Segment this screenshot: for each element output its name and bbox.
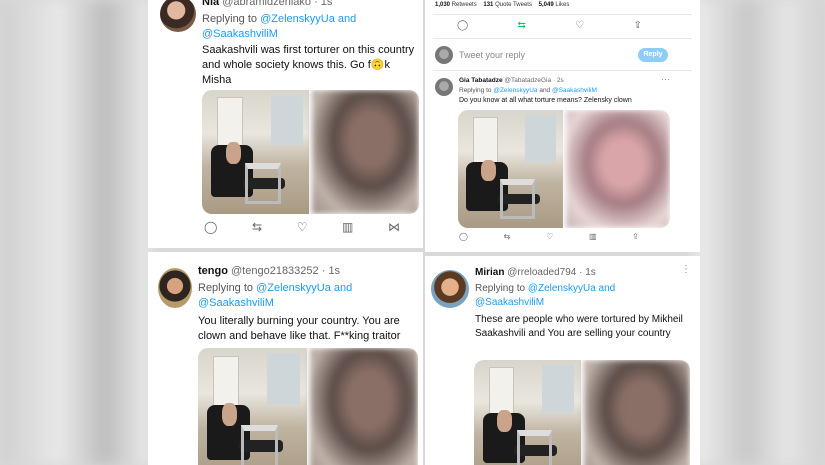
- author-name[interactable]: tengo: [198, 265, 228, 277]
- photo-man-in-chair[interactable]: [198, 348, 307, 465]
- author-name[interactable]: Nia: [202, 0, 219, 8]
- tweet-text: You literally burning your country. You …: [198, 315, 401, 342]
- retweet-icon[interactable]: ⇆: [518, 20, 526, 31]
- replying-to: Replying to @ZelenskyyUa and @Saakashvil…: [202, 12, 356, 42]
- retweets-label[interactable]: Retweets: [452, 2, 477, 8]
- reply-icon[interactable]: ◯: [457, 20, 468, 31]
- more-icon[interactable]: ···: [661, 74, 670, 84]
- reply-input[interactable]: Tweet your reply: [459, 50, 525, 60]
- replying-to: Replying to @ZelenskyyUa and @Saakashvil…: [198, 281, 352, 311]
- mention-saakashvilim[interactable]: @SaakashviliM: [198, 297, 274, 309]
- tweet-card-mirian: Mirian @rreloaded794 · 1s ⋮ Replying to …: [425, 256, 700, 465]
- tweet-actions: ◯ ⇆ ♡ ▥ ⇪: [459, 232, 639, 241]
- retweet-icon[interactable]: ⇆: [504, 232, 511, 241]
- more-icon[interactable]: ⋮: [681, 264, 691, 275]
- replying-prefix: Replying to: [459, 87, 492, 94]
- tweet-text: These are people who were tortured by Mi…: [475, 314, 683, 339]
- divider: [433, 14, 692, 15]
- like-icon[interactable]: ♡: [546, 232, 553, 241]
- views-icon[interactable]: ▥: [342, 220, 353, 234]
- tweet-media[interactable]: [202, 90, 419, 214]
- mention-saakashvilim[interactable]: @SaakashviliM: [202, 28, 278, 40]
- author-name[interactable]: Gia Tabatadze: [459, 77, 503, 84]
- author-handle[interactable]: @abramidzeniako: [222, 0, 311, 8]
- replying-prefix: Replying to: [202, 13, 258, 25]
- avatar[interactable]: [160, 0, 196, 32]
- retweet-icon[interactable]: ⇆: [252, 220, 262, 234]
- tweet-time: · 1s: [314, 0, 333, 8]
- photo-man-in-chair[interactable]: [474, 360, 581, 465]
- mention-zelenskyyua[interactable]: @ZelenskyyUa and: [528, 283, 615, 294]
- divider: [433, 70, 692, 71]
- tweet-time: · 1s: [321, 265, 341, 277]
- replying-prefix: Replying to: [198, 282, 254, 294]
- photo-blurred[interactable]: [565, 110, 670, 228]
- replying-prefix: Replying to: [475, 283, 526, 294]
- tweet-card-gia: 1,030 Retweets 131 Quote Tweets 5,049 Li…: [425, 0, 700, 252]
- tweet-stats: 1,030 Retweets 131 Quote Tweets 5,049 Li…: [435, 2, 569, 8]
- photo-blurred[interactable]: [309, 348, 418, 465]
- mention-saakashvilim[interactable]: @SaakashviliM: [552, 87, 597, 94]
- photo-man-in-chair[interactable]: [202, 90, 309, 214]
- reply-icon[interactable]: ◯: [204, 220, 217, 234]
- blurred-background-left: [0, 0, 150, 465]
- author-handle[interactable]: @tengo21833252: [231, 265, 319, 277]
- mention-zelenskyyua[interactable]: @ZelenskyyUa and: [260, 13, 356, 25]
- photo-blurred[interactable]: [312, 90, 419, 214]
- replying-to: Replying to @ZelenskyyUa and @Saakashvil…: [459, 87, 597, 94]
- tweet-text: Saakashvili was first torturer on this c…: [202, 44, 415, 86]
- mention-saakashvilim[interactable]: @SaakashviliM: [475, 297, 544, 308]
- detail-actions: ◯ ⇆ ♡ ⇪: [457, 20, 642, 31]
- tweet-header: Mirian @rreloaded794 · 1s: [475, 267, 596, 278]
- tweet-media[interactable]: [458, 110, 670, 228]
- author-handle[interactable]: @rreloaded794: [507, 267, 576, 278]
- views-icon[interactable]: ▥: [589, 232, 597, 241]
- share-icon[interactable]: ⇪: [632, 232, 639, 241]
- divider: [433, 38, 692, 39]
- avatar[interactable]: [435, 46, 453, 64]
- like-icon[interactable]: ♡: [297, 220, 308, 234]
- author-handle[interactable]: @TabatadzeGia: [504, 77, 551, 84]
- reply-icon[interactable]: ◯: [459, 232, 468, 241]
- like-icon[interactable]: ♡: [575, 20, 584, 31]
- tweet-actions: ◯ ⇆ ♡ ▥ ⋈: [204, 220, 400, 234]
- mention-zelenskyyua[interactable]: @ZelenskyyUa and: [256, 282, 352, 294]
- tweet-header: tengo @tengo21833252 · 1s: [198, 265, 340, 277]
- share-icon[interactable]: ⇪: [634, 20, 642, 31]
- blurred-background-right: [695, 0, 825, 465]
- avatar[interactable]: [431, 270, 469, 308]
- tweet-media[interactable]: [198, 348, 418, 465]
- replying-to: Replying to @ZelenskyyUa and @Saakashvil…: [475, 282, 615, 310]
- tweet-card-nia: Nia @abramidzeniako · 1s Replying to @Ze…: [148, 0, 423, 248]
- mention-join: and: [539, 87, 551, 94]
- likes-label[interactable]: Likes: [555, 2, 569, 8]
- retweets-count: 1,030: [435, 2, 451, 8]
- reply-button[interactable]: Reply: [638, 48, 668, 62]
- tweet-time: · 2s: [552, 77, 564, 84]
- tweet-time: · 1s: [579, 267, 596, 278]
- avatar[interactable]: [158, 268, 192, 308]
- tweet-card-tengo: tengo @tengo21833252 · 1s Replying to @Z…: [148, 252, 423, 465]
- tweet-text: Do you know at all what torture means? Z…: [459, 97, 632, 104]
- photo-man-in-chair[interactable]: [458, 110, 563, 228]
- tweet-header: Gia Tabatadze @TabatadzeGia · 2s: [459, 77, 564, 84]
- photo-blurred[interactable]: [583, 360, 690, 465]
- tweet-media[interactable]: [474, 360, 690, 465]
- author-name[interactable]: Mirian: [475, 267, 504, 278]
- tweet-header: Nia @abramidzeniako · 1s: [202, 0, 332, 8]
- quotes-count: 131: [483, 2, 494, 8]
- mention-zelenskyyua[interactable]: @ZelenskyyUa: [493, 87, 537, 94]
- quotes-label[interactable]: Quote Tweets: [495, 2, 532, 8]
- avatar[interactable]: [435, 78, 453, 96]
- share-icon[interactable]: ⋈: [388, 220, 400, 234]
- likes-count: 5,049: [538, 2, 554, 8]
